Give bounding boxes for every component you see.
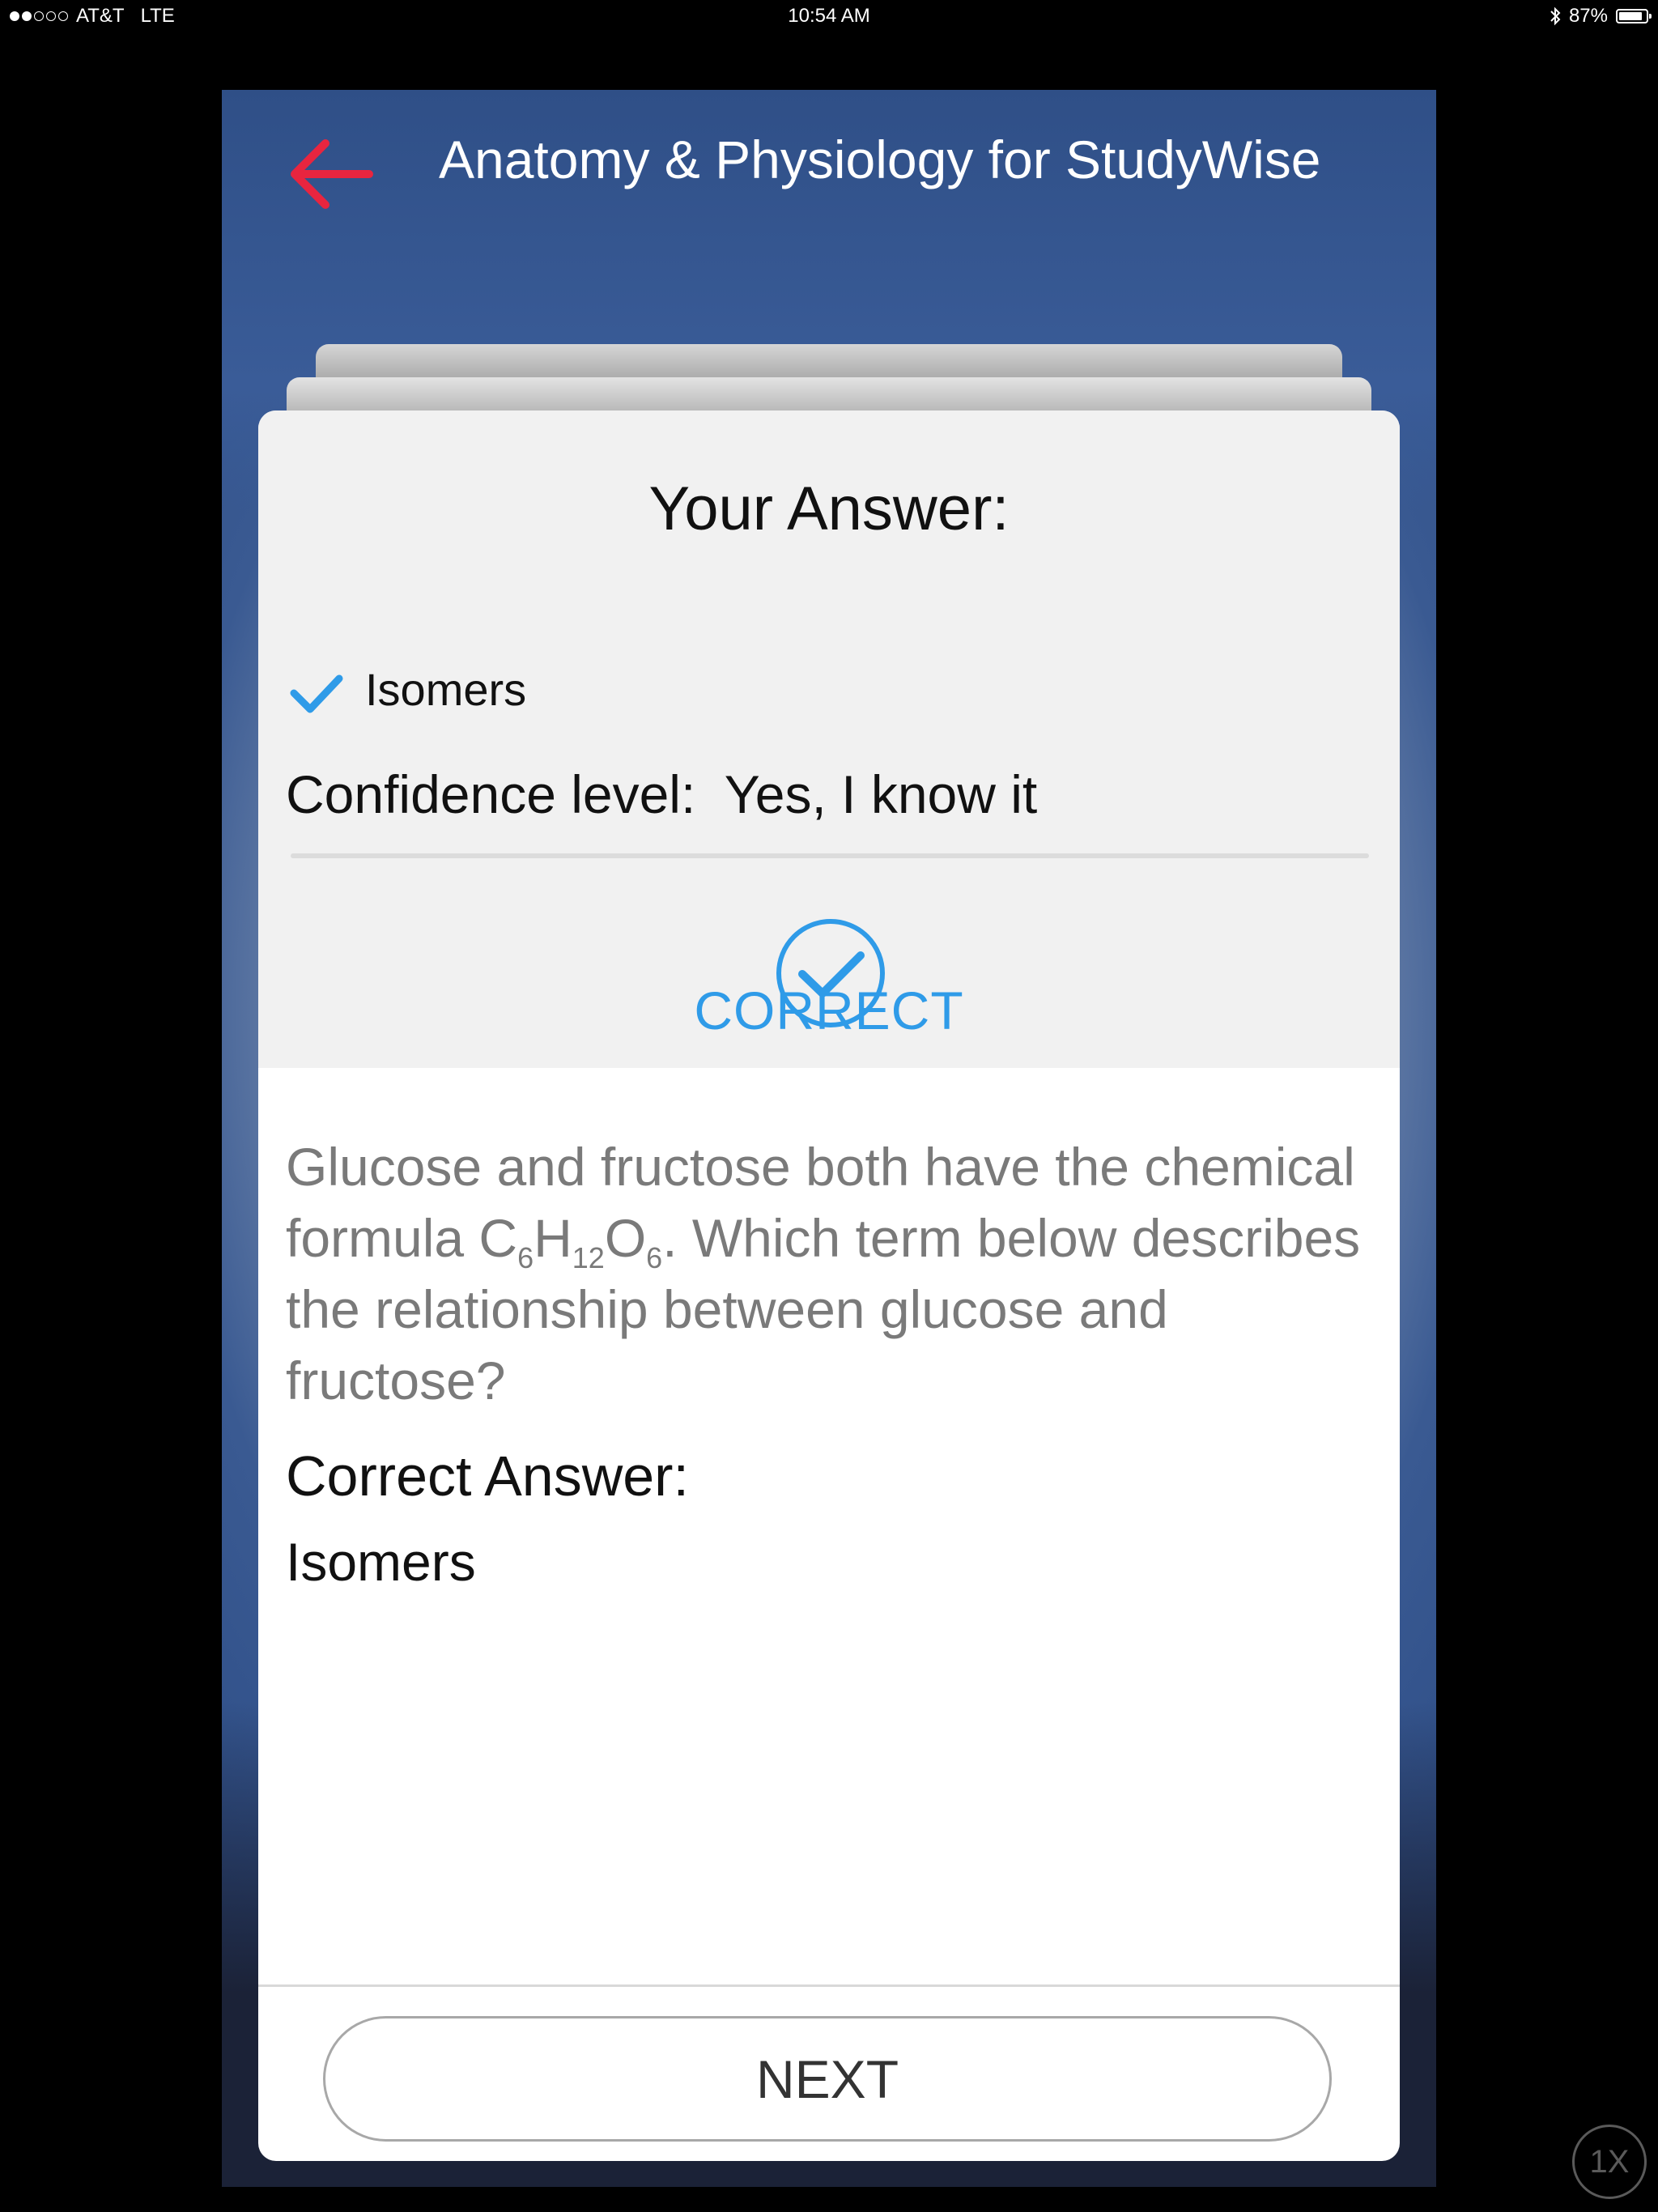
bluetooth-icon (1550, 6, 1561, 26)
back-button[interactable] (287, 134, 376, 215)
your-answer-panel: Your Answer: Isomers Confidence level: Y… (258, 410, 1400, 1068)
footer-divider (258, 1984, 1400, 1987)
checkmark-icon (290, 674, 343, 713)
answer-card: Your Answer: Isomers Confidence level: Y… (258, 410, 1400, 2161)
your-answer-title: Your Answer: (648, 474, 1010, 543)
app-window: Anatomy & Physiology for StudyWise Your … (222, 90, 1436, 2187)
result-label: CORRECT (694, 981, 964, 1040)
divider (291, 853, 1369, 858)
page-title: Anatomy & Physiology for StudyWise (439, 130, 1321, 189)
subscript: 6 (646, 1241, 663, 1274)
confidence-value: Yes, I know it (724, 764, 1038, 824)
subscript: 6 (517, 1241, 534, 1274)
status-time: 10:54 AM (788, 5, 870, 27)
battery-icon (1616, 9, 1652, 23)
battery-level (1619, 12, 1642, 20)
confidence-line: Confidence level: Yes, I know it (286, 764, 1037, 825)
battery-percent: 87% (1568, 5, 1608, 27)
question-text: Glucose and fructose both have the chemi… (286, 1131, 1371, 1416)
question-part: O (604, 1208, 647, 1268)
status-right: 87% (1550, 5, 1652, 28)
back-arrow-icon (291, 139, 373, 209)
confidence-label: Confidence level: (286, 764, 696, 824)
selected-answer: Isomers (365, 664, 527, 715)
status-bar: AT&T LTE 10:54 AM 87% (0, 0, 1658, 32)
zoom-toggle-button[interactable]: 1X (1572, 2125, 1647, 2199)
next-button[interactable]: NEXT (323, 2016, 1332, 2142)
correct-answer-value: Isomers (286, 1532, 476, 1592)
question-part: H (534, 1208, 572, 1268)
subscript: 12 (572, 1241, 605, 1274)
correct-answer-title: Correct Answer: (286, 1444, 689, 1508)
